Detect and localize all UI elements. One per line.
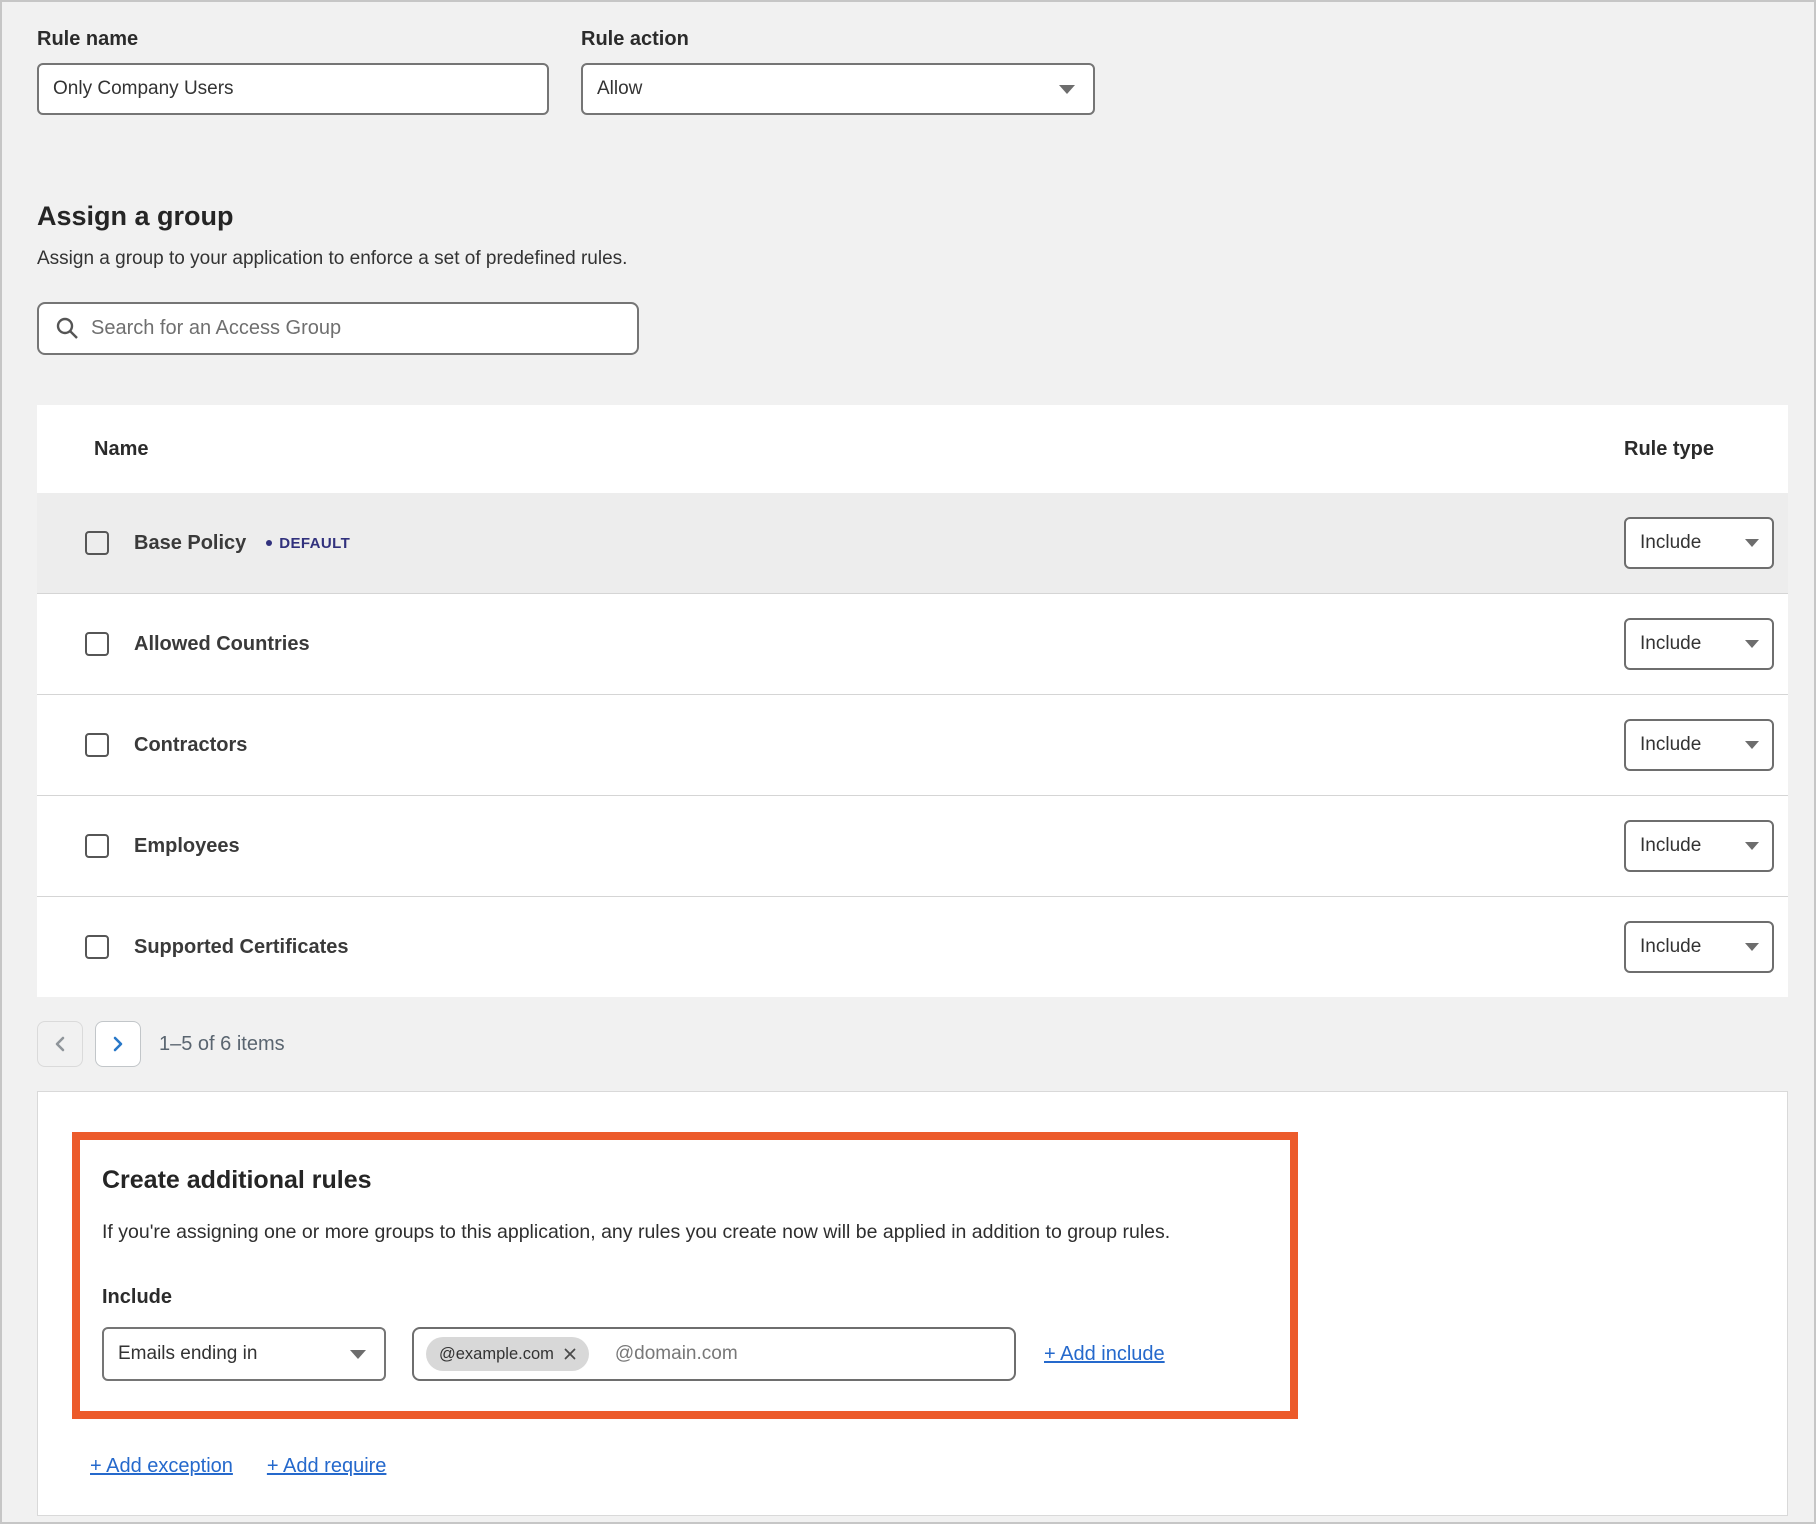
add-require-link[interactable]: + Add require	[267, 1455, 387, 1478]
table-row: Base Policy DEFAULT Include	[37, 493, 1788, 593]
rule-action-field: Rule action Allow	[581, 28, 1095, 115]
table-row: Allowed Countries Include	[37, 593, 1788, 694]
group-name: Supported Certificates	[134, 936, 348, 959]
access-group-search	[37, 302, 639, 355]
rule-type-dropdown[interactable]: Include	[1624, 618, 1774, 670]
add-exception-link[interactable]: + Add exception	[90, 1455, 233, 1478]
group-name: Base Policy	[134, 532, 246, 555]
group-name: Allowed Countries	[134, 633, 310, 656]
rule-action-label: Rule action	[581, 28, 1095, 51]
chip-label: @example.com	[439, 1345, 554, 1364]
tag-input-placeholder: @domain.com	[615, 1343, 738, 1365]
remove-chip-icon[interactable]	[564, 1348, 576, 1360]
group-name: Employees	[134, 835, 240, 858]
row-checkbox[interactable]	[85, 834, 109, 858]
rule-action-select[interactable]: Allow	[581, 63, 1095, 115]
chevron-down-icon	[1745, 640, 1759, 648]
table-row: Supported Certificates Include	[37, 896, 1788, 997]
column-header-name: Name	[37, 438, 1624, 461]
rule-form: Rule name Rule action Allow	[37, 28, 1814, 115]
rule-type-value: Include	[1640, 936, 1701, 958]
column-header-rule-type: Rule type	[1624, 438, 1774, 461]
table-header: Name Rule type	[37, 405, 1788, 493]
email-domain-tag-input[interactable]: @example.com @domain.com	[412, 1327, 1016, 1381]
rule-type-value: Include	[1640, 835, 1701, 857]
search-icon	[55, 316, 79, 340]
search-input[interactable]	[37, 302, 639, 355]
pagination-status: 1–5 of 6 items	[159, 1033, 285, 1056]
row-checkbox[interactable]	[85, 733, 109, 757]
additional-rules-description: If you're assigning one or more groups t…	[102, 1221, 1260, 1244]
previous-page-button[interactable]	[37, 1021, 83, 1067]
chevron-down-icon	[1059, 85, 1075, 94]
rule-name-label: Rule name	[37, 28, 549, 51]
chevron-down-icon	[1745, 943, 1759, 951]
assign-group-heading: Assign a group	[37, 201, 1814, 232]
additional-rules-card: Create additional rules If you're assign…	[37, 1091, 1788, 1516]
rule-type-dropdown[interactable]: Include	[1624, 921, 1774, 973]
include-rule-row: Emails ending in @example.com @domain.co…	[102, 1327, 1260, 1381]
assign-group-description: Assign a group to your application to en…	[37, 248, 1814, 270]
add-include-link[interactable]: + Add include	[1044, 1343, 1165, 1366]
condition-select[interactable]: Emails ending in	[102, 1327, 386, 1381]
rule-type-value: Include	[1640, 633, 1701, 655]
group-name: Contractors	[134, 734, 247, 757]
chevron-down-icon	[1745, 741, 1759, 749]
chevron-down-icon	[1745, 842, 1759, 850]
rule-name-input[interactable]	[37, 63, 549, 115]
table-row: Contractors Include	[37, 694, 1788, 795]
row-checkbox[interactable]	[85, 531, 109, 555]
default-badge: DEFAULT	[266, 535, 350, 552]
chevron-right-icon	[111, 1035, 125, 1053]
table-row: Employees Include	[37, 795, 1788, 896]
row-checkbox[interactable]	[85, 935, 109, 959]
row-checkbox[interactable]	[85, 632, 109, 656]
rule-type-value: Include	[1640, 532, 1701, 554]
badge-label: DEFAULT	[279, 535, 350, 552]
create-additional-rules-section: Create additional rules If you're assign…	[72, 1132, 1298, 1419]
rule-editor-page: Rule name Rule action Allow Assign a gro…	[0, 0, 1816, 1524]
rule-type-dropdown[interactable]: Include	[1624, 820, 1774, 872]
chevron-down-icon	[350, 1350, 366, 1359]
rule-footer-links: + Add exception + Add require	[90, 1455, 1787, 1478]
chevron-down-icon	[1745, 539, 1759, 547]
badge-dot-icon	[266, 540, 272, 546]
chevron-left-icon	[53, 1035, 67, 1053]
access-group-table: Name Rule type Base Policy DEFAULT Inclu…	[37, 405, 1788, 997]
condition-value: Emails ending in	[118, 1343, 257, 1365]
include-label: Include	[102, 1286, 1260, 1309]
rule-type-dropdown[interactable]: Include	[1624, 719, 1774, 771]
rule-name-field: Rule name	[37, 28, 549, 115]
additional-rules-heading: Create additional rules	[102, 1166, 1260, 1195]
rule-action-value: Allow	[597, 78, 642, 100]
rule-type-value: Include	[1640, 734, 1701, 756]
next-page-button[interactable]	[95, 1021, 141, 1067]
rule-type-dropdown[interactable]: Include	[1624, 517, 1774, 569]
email-domain-chip: @example.com	[426, 1337, 589, 1371]
pagination: 1–5 of 6 items	[37, 1021, 1814, 1067]
